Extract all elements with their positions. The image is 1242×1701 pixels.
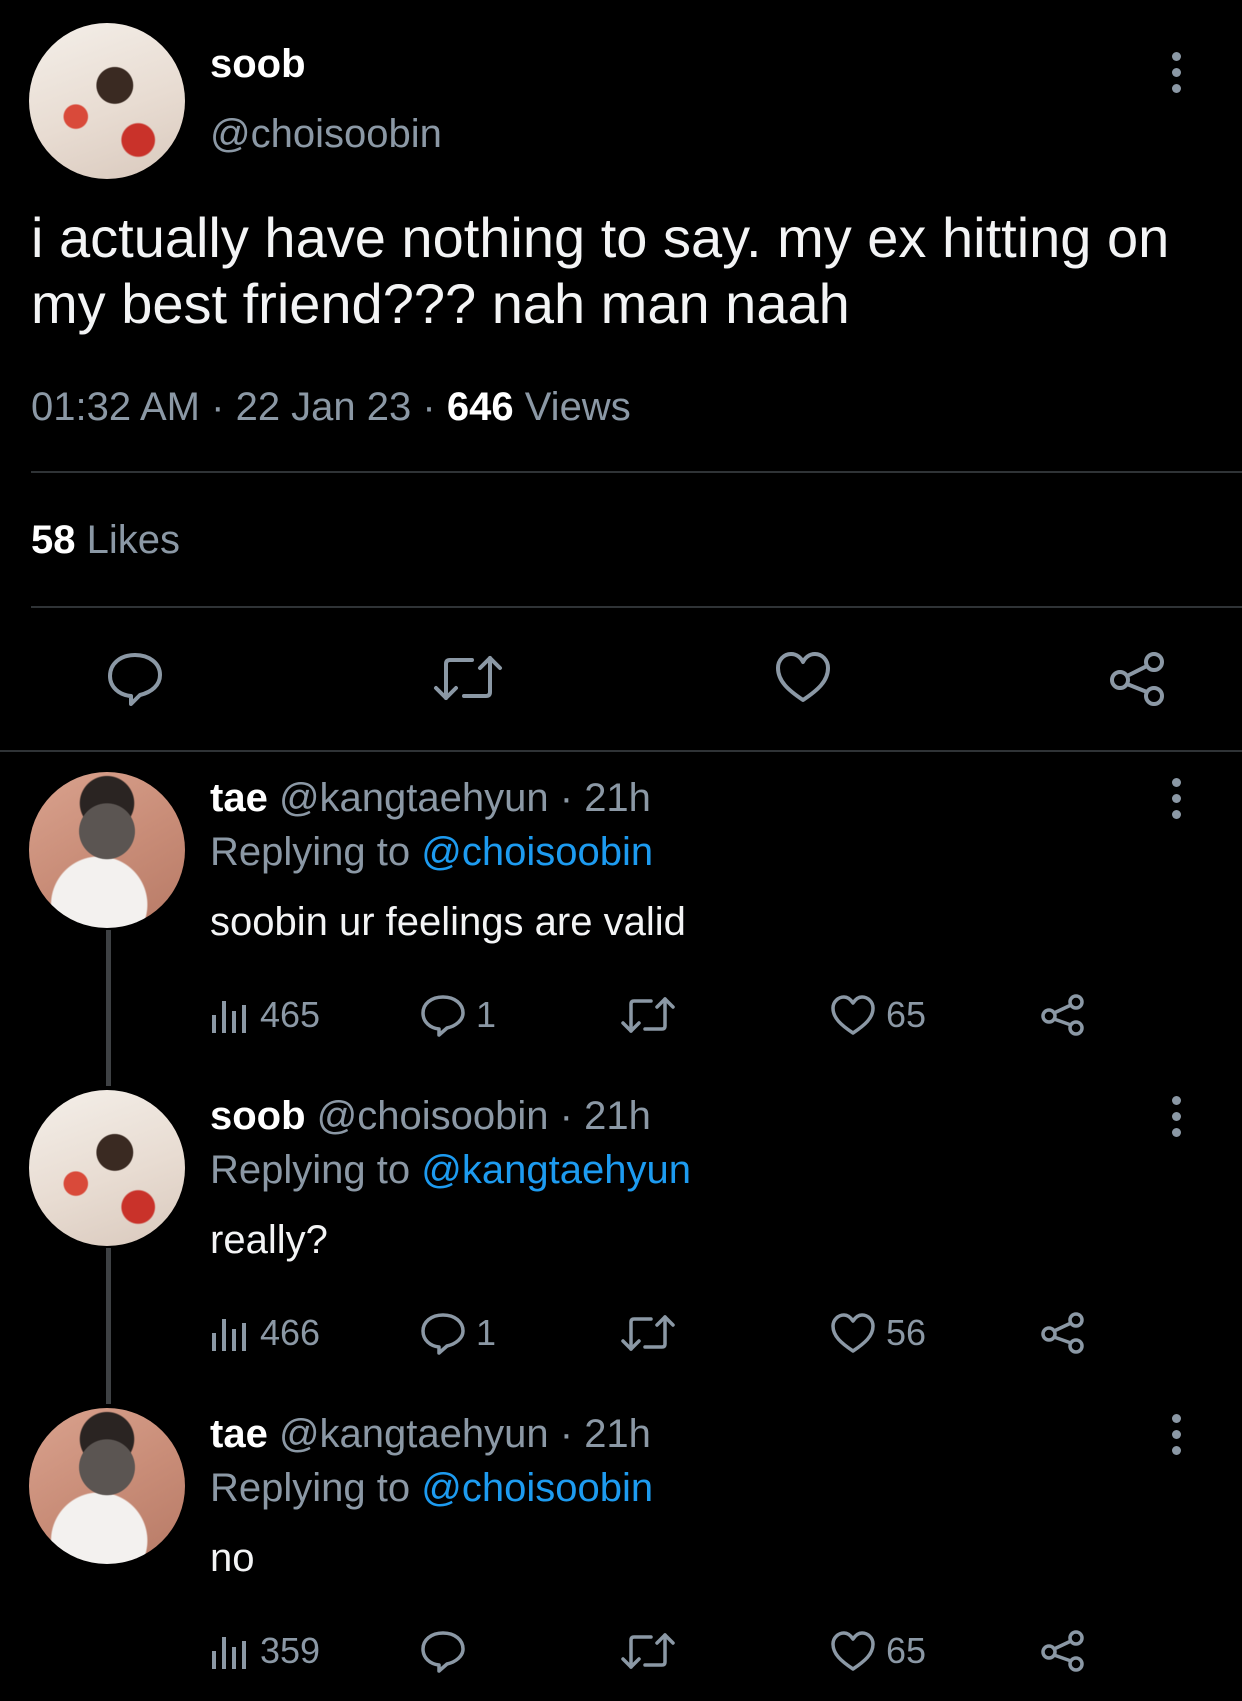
reply-actions: 359 65 [210,1626,1110,1676]
author-handle[interactable]: @kangtaehyun [279,776,549,820]
retweet-button[interactable] [620,990,686,1040]
share-icon [1110,652,1164,706]
comment-bubble-icon [421,1313,465,1355]
like-button[interactable] [774,650,832,704]
retweet-button[interactable] [620,1308,686,1358]
likes-label: Likes [86,518,181,562]
replying-to: Replying to @choisoobin [210,1466,654,1510]
reply-button[interactable] [106,650,164,706]
tweet-time: 01:32 AM [31,385,201,429]
heart-icon [831,1313,875,1353]
share-button[interactable] [1040,1626,1096,1676]
tweet-age: 21h [584,1094,651,1138]
reply-button[interactable] [420,1626,476,1676]
replying-to: Replying to @kangtaehyun [210,1148,691,1192]
retweet-icon [621,1315,675,1351]
like-button[interactable]: 56 [830,1308,926,1358]
reply-header: soob @choisoobin · 21h [210,1094,651,1138]
divider [31,471,1242,473]
author-handle[interactable]: @choisoobin [317,1094,549,1138]
reply-tweet[interactable]: tae @kangtaehyun · 21h Replying to @choi… [0,770,1242,1088]
views-bar-chart-icon [212,1001,246,1033]
retweet-icon [621,1633,675,1669]
author-handle[interactable]: @choisoobin [210,112,442,157]
reply-actions: 466 1 56 [210,1308,1110,1358]
comment-bubble-icon [108,653,162,706]
retweet-button[interactable] [432,652,504,704]
reply-button[interactable]: 1 [420,1308,496,1358]
mention-link[interactable]: @kangtaehyun [421,1148,691,1192]
share-button[interactable] [1108,650,1168,708]
avatar[interactable] [29,772,185,928]
like-button[interactable]: 65 [830,1626,926,1676]
share-icon [1041,1630,1084,1672]
heart-icon [776,652,830,702]
reply-header: tae @kangtaehyun · 21h [210,776,651,820]
likes-summary[interactable]: 58 Likes [31,518,180,563]
retweet-button[interactable] [620,1626,686,1676]
tweet-meta: 01:32 AM · 22 Jan 23 · 646 Views [31,385,631,429]
author-name[interactable]: soob [210,1094,306,1138]
retweet-icon [434,656,502,700]
reply-text: really? [210,1218,328,1262]
tweet-date: 22 Jan 23 [235,385,412,429]
author-name[interactable]: soob [210,42,306,87]
tweet-age: 21h [584,1412,651,1456]
more-icon[interactable] [1167,1414,1187,1462]
divider [31,606,1242,608]
share-icon [1041,1312,1084,1354]
reply-header: tae @kangtaehyun · 21h [210,1412,651,1456]
reply-button[interactable]: 1 [420,990,496,1040]
views-bar-chart-icon [212,1637,246,1669]
views-stat[interactable]: 466 [210,1308,320,1358]
mention-link[interactable]: @choisoobin [421,830,653,874]
reply-text: soobin ur feelings are valid [210,900,686,944]
heart-icon [831,995,875,1035]
views-stat[interactable]: 359 [210,1626,320,1676]
comment-bubble-icon [421,995,465,1037]
main-tweet: soob @choisoobin i actually have nothing… [0,0,1242,752]
reply-actions: 465 1 65 [210,990,1110,1040]
retweet-icon [621,997,675,1033]
author-handle[interactable]: @kangtaehyun [279,1412,549,1456]
heart-icon [831,1631,875,1671]
author-name[interactable]: tae [210,776,268,820]
comment-bubble-icon [421,1631,465,1673]
avatar[interactable] [29,1408,185,1564]
likes-count: 58 [31,518,76,562]
like-button[interactable]: 65 [830,990,926,1040]
tweet-age: 21h [584,776,651,820]
more-icon[interactable] [1167,52,1187,100]
more-icon[interactable] [1167,778,1187,826]
replying-to: Replying to @choisoobin [210,830,654,874]
more-icon[interactable] [1167,1096,1187,1144]
reply-tweet[interactable]: tae @kangtaehyun · 21h Replying to @choi… [0,1406,1242,1701]
reply-text: no [210,1536,255,1580]
views-stat[interactable]: 465 [210,990,320,1040]
views-count: 646 [446,385,514,429]
views-bar-chart-icon [212,1319,246,1351]
avatar[interactable] [29,23,185,179]
tweet-text: i actually have nothing to say. my ex hi… [31,206,1170,335]
mention-link[interactable]: @choisoobin [421,1466,653,1510]
views-label: Views [524,385,631,429]
reply-tweet[interactable]: soob @choisoobin · 21h Replying to @kang… [0,1088,1242,1406]
divider [0,750,1242,752]
avatar[interactable] [29,1090,185,1246]
author-name[interactable]: tae [210,1412,268,1456]
share-button[interactable] [1040,1308,1096,1358]
share-button[interactable] [1040,990,1096,1040]
share-icon [1041,994,1084,1036]
